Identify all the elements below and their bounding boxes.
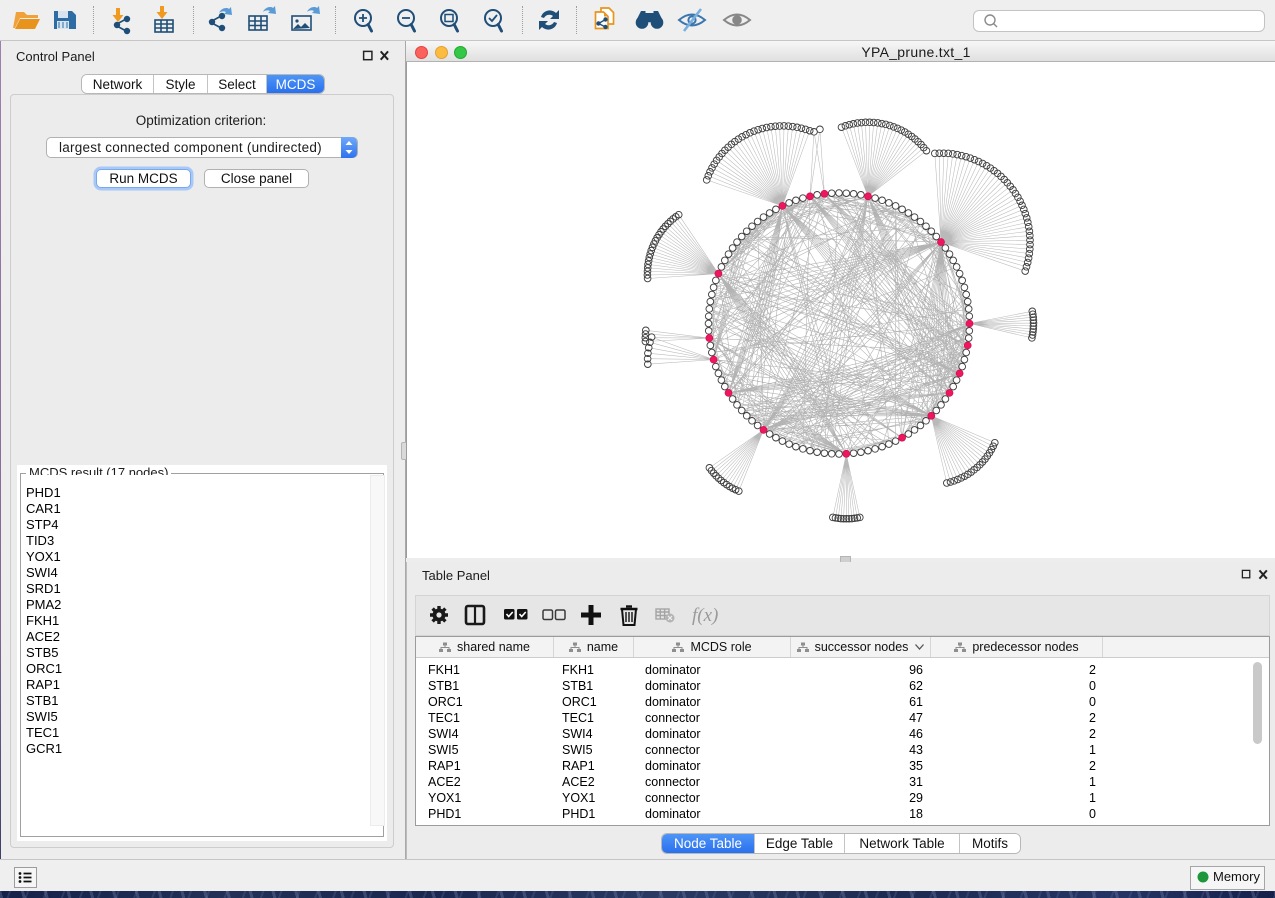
svg-text:f(x): f(x) — [692, 605, 718, 626]
svg-text:Memory: Memory — [1213, 869, 1260, 884]
